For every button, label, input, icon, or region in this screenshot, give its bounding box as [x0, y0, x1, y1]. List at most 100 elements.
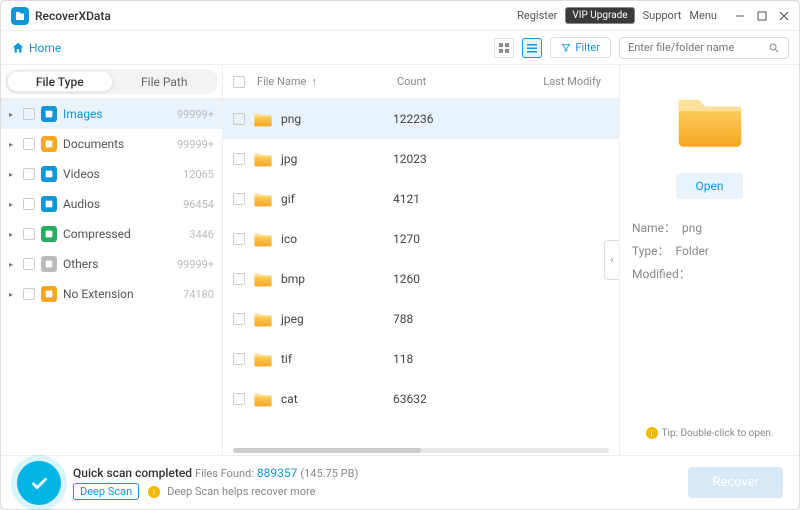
grid-view-button[interactable]: [494, 38, 514, 58]
horizontal-scrollbar[interactable]: [233, 448, 609, 453]
row-count: 4121: [393, 192, 493, 206]
row-count: 788: [393, 312, 493, 326]
footer: Quick scan completed Files Found: 889357…: [1, 455, 799, 509]
filter-label: Filter: [575, 41, 600, 54]
category-icon: [41, 196, 57, 212]
sidebar-item-audios[interactable]: ▸ Audios 96454: [1, 189, 222, 219]
category-icon: [41, 256, 57, 272]
recover-button[interactable]: Recover: [688, 467, 783, 498]
sidebar-item-images[interactable]: ▸Images99999+: [1, 99, 222, 129]
search-icon[interactable]: [768, 41, 780, 55]
row-count: 63632: [393, 392, 493, 406]
sidebar: File Type File Path ▸Images99999+▸Docume…: [1, 65, 223, 455]
tab-file-type[interactable]: File Type: [7, 71, 113, 92]
filter-button[interactable]: Filter: [550, 37, 611, 58]
category-icon: [41, 226, 57, 242]
details-name: Name：png: [632, 217, 787, 240]
table-row[interactable]: cat63632: [223, 379, 619, 419]
table-row[interactable]: png122236: [223, 99, 619, 139]
deep-scan-tip: Deep Scan helps recover more: [167, 485, 315, 498]
header-modify[interactable]: Last Modify: [497, 75, 609, 88]
category-count: 74180: [183, 288, 214, 301]
row-name: bmp: [281, 272, 393, 286]
vip-upgrade-button[interactable]: VIP Upgrade: [565, 7, 634, 24]
category-count: 99999+: [177, 138, 214, 151]
row-name: png: [281, 112, 393, 126]
row-checkbox[interactable]: [233, 113, 245, 125]
category-count: 99999+: [177, 108, 214, 121]
category-count: 3446: [189, 228, 214, 241]
folder-preview-icon: [674, 91, 746, 149]
row-name: gif: [281, 192, 393, 206]
scan-complete-icon: [17, 461, 61, 505]
table-row[interactable]: jpeg788: [223, 299, 619, 339]
sidebar-item-videos[interactable]: ▸Videos12065: [1, 159, 222, 189]
category-label: Videos: [63, 167, 177, 181]
menu-link[interactable]: Menu: [689, 9, 717, 22]
category-icon: [41, 136, 57, 152]
maximize-icon[interactable]: [757, 11, 767, 21]
row-count: 1270: [393, 232, 493, 246]
category-checkbox[interactable]: [23, 168, 35, 180]
support-link[interactable]: Support: [643, 9, 682, 22]
header-count[interactable]: Count: [397, 75, 497, 88]
category-checkbox[interactable]: [23, 228, 35, 240]
table-row[interactable]: gif4121: [223, 179, 619, 219]
table-row[interactable]: jpg12023: [223, 139, 619, 179]
details-modified: Modified：: [632, 263, 787, 286]
deep-scan-button[interactable]: Deep Scan: [73, 483, 139, 500]
row-name: tif: [281, 352, 393, 366]
expand-panel-button[interactable]: ›: [604, 240, 619, 280]
tip-text: i Tip: Double-click to open.: [646, 427, 774, 439]
category-icon: [41, 166, 57, 182]
app-title: RecoverXData: [35, 9, 111, 23]
row-count: 12023: [393, 152, 493, 166]
category-checkbox[interactable]: [23, 258, 35, 270]
row-checkbox[interactable]: [233, 273, 245, 285]
sidebar-item-documents[interactable]: ▸ Documents 99999+: [1, 129, 222, 159]
table-row[interactable]: ico1270: [223, 219, 619, 259]
home-label: Home: [29, 41, 61, 55]
category-icon: [41, 286, 57, 302]
register-link[interactable]: Register: [517, 9, 557, 22]
sidebar-item-compressed[interactable]: ▸Compressed3446: [1, 219, 222, 249]
details-type: Type：Folder: [632, 240, 787, 263]
chevron-right-icon: ▸: [9, 140, 17, 149]
select-all-checkbox[interactable]: [233, 76, 245, 88]
minimize-icon[interactable]: [735, 11, 745, 21]
chevron-right-icon: ▸: [9, 290, 17, 299]
tab-file-path[interactable]: File Path: [113, 71, 217, 92]
row-checkbox[interactable]: [233, 233, 245, 245]
category-label: Audios: [63, 197, 177, 211]
close-icon[interactable]: [779, 11, 789, 21]
category-checkbox[interactable]: [23, 108, 35, 120]
row-name: jpeg: [281, 312, 393, 326]
category-checkbox[interactable]: [23, 198, 35, 210]
table-row[interactable]: tif118: [223, 339, 619, 379]
scan-status: Quick scan completed Files Found: 889357…: [73, 466, 358, 480]
chevron-right-icon: ▸: [9, 200, 17, 209]
table-row[interactable]: bmp1260: [223, 259, 619, 299]
category-count: 99999+: [177, 258, 214, 271]
chevron-right-icon: ▸: [9, 110, 17, 119]
home-button[interactable]: Home: [11, 41, 61, 55]
category-label: No Extension: [63, 287, 177, 301]
sidebar-item-no-extension[interactable]: ▸ No Extension 74180: [1, 279, 222, 309]
category-label: Documents: [63, 137, 171, 151]
header-filename[interactable]: File Name ↑: [257, 75, 397, 88]
list-view-button[interactable]: [522, 38, 542, 58]
toolbar: Home Filter: [1, 31, 799, 65]
row-checkbox[interactable]: [233, 153, 245, 165]
open-button[interactable]: Open: [676, 173, 744, 199]
category-label: Compressed: [63, 227, 183, 241]
search-input[interactable]: [628, 41, 768, 54]
category-count: 96454: [183, 198, 214, 211]
row-checkbox[interactable]: [233, 193, 245, 205]
sidebar-item-others[interactable]: ▸Others99999+: [1, 249, 222, 279]
row-checkbox[interactable]: [233, 313, 245, 325]
row-checkbox[interactable]: [233, 353, 245, 365]
row-checkbox[interactable]: [233, 393, 245, 405]
search-box[interactable]: [619, 37, 789, 59]
category-checkbox[interactable]: [23, 288, 35, 300]
category-checkbox[interactable]: [23, 138, 35, 150]
